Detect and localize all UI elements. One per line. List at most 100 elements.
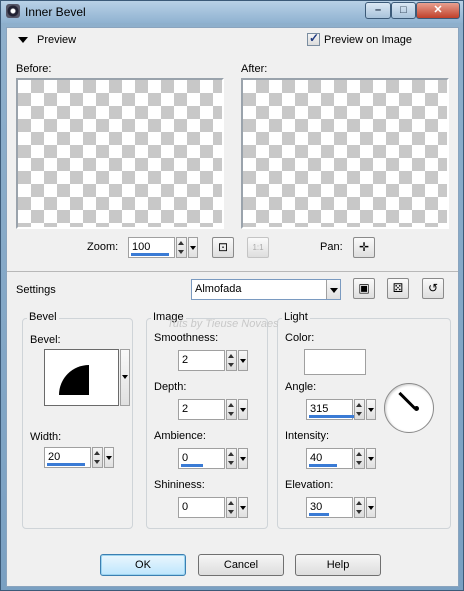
bevel-group-title: Bevel (27, 311, 59, 323)
angle-input[interactable]: 315 (306, 399, 363, 420)
ambience-spinner[interactable] (226, 448, 237, 469)
spin-down-icon[interactable] (228, 510, 234, 514)
reset-button[interactable]: ↺ (422, 278, 444, 299)
spin-down-icon[interactable] (178, 250, 184, 254)
checkmark-icon: ✓ (309, 31, 320, 45)
close-button[interactable]: ✕ (416, 2, 460, 19)
randomize-button[interactable]: ⚄ (387, 278, 409, 299)
spin-up-icon[interactable] (228, 354, 234, 358)
pan-button[interactable]: ✛ (353, 237, 375, 258)
elevation-input[interactable]: 30 (306, 497, 353, 518)
before-label: Before: (16, 63, 52, 75)
preview-on-image-checkbox[interactable]: ✓ (307, 31, 320, 46)
shininess-spinner[interactable] (226, 497, 237, 518)
reset-icon: ↺ (427, 281, 439, 295)
light-color-swatch[interactable] (304, 349, 366, 375)
zoom-spinner[interactable] (176, 237, 187, 258)
shininess-dropdown[interactable] (238, 497, 248, 518)
angle-dial[interactable] (384, 383, 434, 433)
cancel-button[interactable]: Cancel (198, 554, 284, 576)
intensity-spinner[interactable] (354, 448, 365, 469)
spin-up-icon[interactable] (356, 452, 362, 456)
bevel-shape-dropdown[interactable] (120, 349, 130, 406)
zoom-to-fit-button[interactable]: ⊡ (212, 237, 234, 258)
depth-value: 2 (182, 403, 189, 415)
spin-up-icon[interactable] (356, 501, 362, 505)
spin-up-icon[interactable] (228, 501, 234, 505)
chevron-down-icon (122, 375, 128, 379)
angle-dropdown[interactable] (366, 399, 376, 420)
save-preset-button[interactable]: ▣ (353, 278, 375, 299)
ok-button[interactable]: OK (100, 554, 186, 576)
after-preview[interactable] (241, 78, 449, 229)
elevation-level-bar (309, 513, 329, 516)
bevel-shape-preview[interactable] (44, 349, 119, 406)
spin-down-icon[interactable] (356, 412, 362, 416)
zoom-label: Zoom: (87, 241, 119, 253)
smoothness-value: 2 (182, 354, 189, 366)
chevron-down-icon (240, 408, 246, 412)
bevel-group: Bevel Bevel: Width: 20 (22, 311, 133, 529)
angle-dial-center (414, 406, 419, 411)
inner-bevel-dialog: Inner Bevel – □ ✕ Preview ✓ Preview on I… (0, 0, 464, 591)
shininess-input[interactable]: 0 (178, 497, 225, 518)
intensity-input[interactable]: 40 (306, 448, 353, 469)
spin-down-icon[interactable] (94, 460, 100, 464)
width-spinner[interactable] (92, 447, 103, 468)
spin-up-icon[interactable] (178, 241, 184, 245)
chevron-down-icon (330, 288, 338, 293)
preset-dropdown-arrow[interactable] (326, 280, 340, 299)
depth-dropdown[interactable] (238, 399, 248, 420)
zoom-dropdown[interactable] (188, 237, 198, 258)
zoom-input[interactable]: 100 (128, 237, 175, 258)
preview-on-image-label[interactable]: Preview on Image (324, 34, 412, 46)
spin-down-icon[interactable] (228, 412, 234, 416)
spin-up-icon[interactable] (94, 451, 100, 455)
spin-down-icon[interactable] (228, 461, 234, 465)
before-preview[interactable] (16, 78, 224, 229)
chevron-down-icon (240, 506, 246, 510)
zoom-fit-icon: ⊡ (217, 240, 229, 254)
color-label: Color: (285, 332, 315, 344)
chevron-down-icon (240, 359, 246, 363)
help-button[interactable]: Help (295, 554, 381, 576)
elevation-dropdown[interactable] (366, 497, 376, 518)
after-label: After: (241, 63, 268, 75)
title-bar[interactable]: Inner Bevel – □ ✕ (1, 1, 463, 23)
depth-spinner[interactable] (226, 399, 237, 420)
ambience-level-bar (181, 464, 203, 467)
minimize-button[interactable]: – (365, 2, 391, 19)
maximize-button[interactable]: □ (391, 2, 416, 19)
spin-down-icon[interactable] (356, 461, 362, 465)
intensity-label: Intensity: (285, 430, 330, 442)
quarter-circle-bevel-icon (59, 365, 89, 395)
width-input[interactable]: 20 (44, 447, 91, 468)
intensity-dropdown[interactable] (366, 448, 376, 469)
chevron-down-icon (368, 457, 374, 461)
ambience-input[interactable]: 0 (178, 448, 225, 469)
actual-size-button[interactable]: 1:1 (247, 237, 269, 258)
spin-up-icon[interactable] (228, 452, 234, 456)
spin-up-icon[interactable] (356, 403, 362, 407)
dice-icon: ⚄ (392, 281, 404, 295)
ambience-dropdown[interactable] (238, 448, 248, 469)
collapse-preview-icon[interactable] (18, 37, 28, 43)
angle-label: Angle: (285, 381, 317, 393)
spin-up-icon[interactable] (228, 403, 234, 407)
smoothness-input[interactable]: 2 (178, 350, 225, 371)
depth-input[interactable]: 2 (178, 399, 225, 420)
smoothness-spinner[interactable] (226, 350, 237, 371)
zoom-level-bar (131, 253, 169, 256)
width-dropdown[interactable] (104, 447, 114, 468)
smoothness-dropdown[interactable] (238, 350, 248, 371)
settings-label: Settings (16, 284, 56, 296)
spin-down-icon[interactable] (228, 363, 234, 367)
preset-select[interactable]: Almofada (191, 279, 341, 300)
watermark-text: Tuts by Tieuse Novaes (167, 318, 279, 330)
elevation-spinner[interactable] (354, 497, 365, 518)
app-icon (6, 4, 20, 18)
intensity-value: 40 (310, 452, 323, 464)
width-level-bar (47, 463, 85, 466)
angle-spinner[interactable] (354, 399, 365, 420)
spin-down-icon[interactable] (356, 510, 362, 514)
